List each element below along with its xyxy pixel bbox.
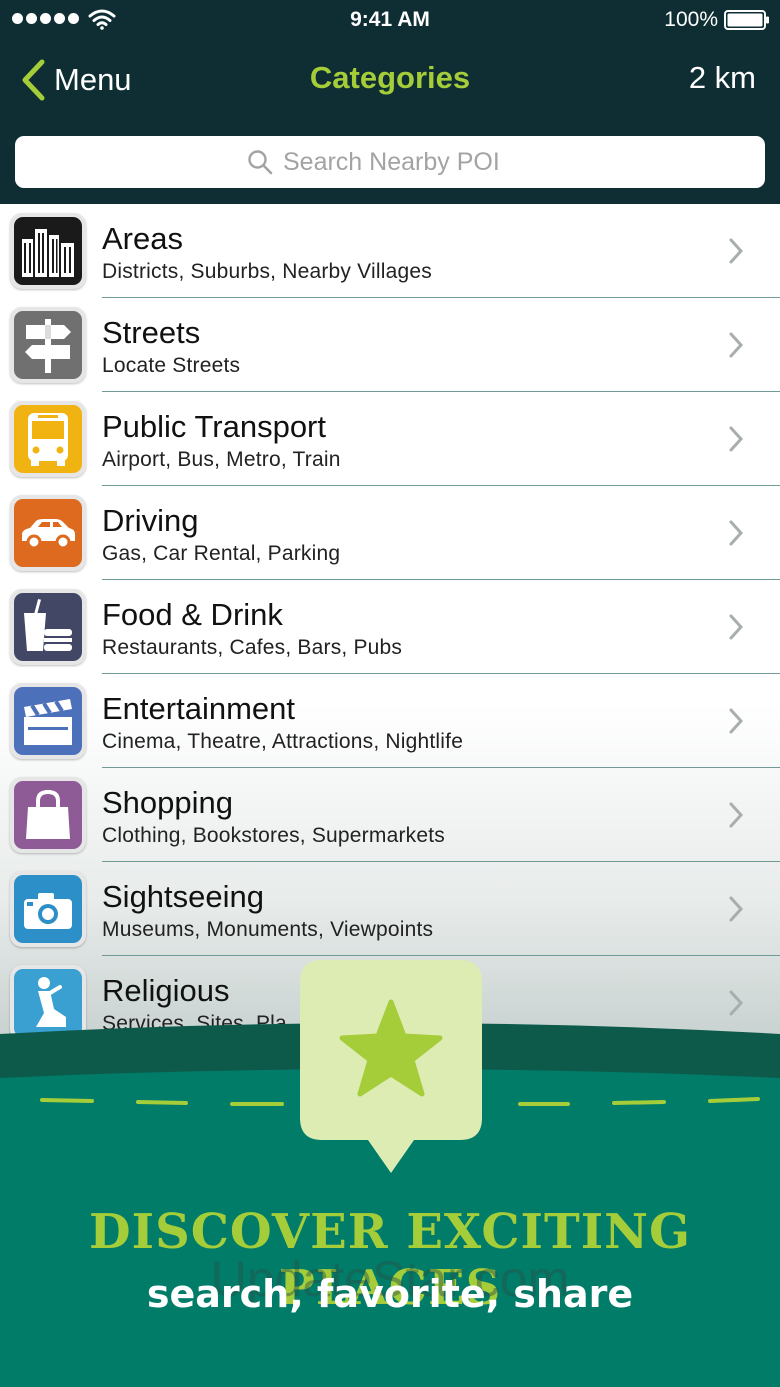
category-row-driving[interactable]: Driving Gas, Car Rental, Parking	[0, 486, 780, 580]
chevron-right-icon	[729, 426, 744, 452]
chevron-right-icon	[729, 332, 744, 358]
star-icon	[300, 960, 482, 1173]
chevron-right-icon	[729, 520, 744, 546]
chevron-right-icon	[729, 708, 744, 734]
chevron-right-icon	[729, 896, 744, 922]
search-icon	[248, 150, 273, 175]
status-bar: 9:41 AM 100%	[0, 0, 780, 40]
category-icon-frame	[10, 683, 86, 759]
category-icon-frame	[10, 213, 86, 289]
drink-burger-icon	[14, 593, 82, 661]
signpost-icon	[14, 311, 82, 379]
category-title: Areas	[102, 221, 183, 256]
search-input[interactable]	[283, 147, 533, 177]
range-button[interactable]: 2 km	[689, 60, 756, 96]
car-icon	[14, 499, 82, 567]
category-row-entertainment[interactable]: Entertainment Cinema, Theatre, Attractio…	[0, 674, 780, 768]
category-title: Shopping	[102, 785, 234, 820]
camera-icon	[14, 875, 82, 943]
category-subtitle: Cinema, Theatre, Attractions, Nightlife	[102, 730, 464, 753]
category-row-shopping[interactable]: Shopping Clothing, Bookstores, Supermark…	[0, 768, 780, 862]
category-row-food-drink[interactable]: Food & Drink Restaurants, Cafes, Bars, P…	[0, 580, 780, 674]
chevron-left-icon	[22, 59, 45, 101]
category-title: Public Transport	[102, 409, 326, 444]
category-icon-frame	[10, 589, 86, 665]
category-row-streets[interactable]: Streets Locate Streets	[0, 298, 780, 392]
back-button[interactable]: Menu	[20, 56, 132, 104]
category-subtitle: Museums, Monuments, Viewpoints	[102, 918, 434, 941]
back-button-label: Menu	[54, 62, 132, 97]
shopping-bag-icon	[14, 781, 82, 849]
top-bar: 9:41 AM 100% Menu Categories 2 km	[0, 0, 780, 204]
city-buildings-icon	[14, 217, 82, 285]
category-icon-frame	[10, 777, 86, 853]
navigation-bar: Menu Categories 2 km	[0, 50, 780, 110]
bus-icon	[14, 405, 82, 473]
banner-tagline: search, favorite, share	[146, 1272, 634, 1316]
promo-banner: DISCOVER EXCITING PLACES UpdateStar.com …	[0, 960, 780, 1387]
category-icon-frame	[10, 495, 86, 571]
battery-icon	[724, 10, 769, 30]
status-time: 9:41 AM	[350, 8, 430, 31]
category-icon-frame	[10, 401, 86, 477]
battery-percent: 100%	[664, 8, 718, 31]
category-subtitle: Districts, Suburbs, Nearby Villages	[102, 260, 432, 283]
category-subtitle: Gas, Car Rental, Parking	[102, 542, 341, 565]
category-subtitle: Restaurants, Cafes, Bars, Pubs	[102, 636, 403, 659]
category-title: Entertainment	[102, 691, 295, 726]
category-title: Sightseeing	[102, 879, 265, 914]
chevron-right-icon	[729, 238, 744, 264]
chevron-right-icon	[729, 614, 744, 640]
category-row-sightseeing[interactable]: Sightseeing Museums, Monuments, Viewpoin…	[0, 862, 780, 956]
category-icon-frame	[10, 307, 86, 383]
category-row-areas[interactable]: Areas Districts, Suburbs, Nearby Village…	[0, 204, 780, 298]
clapperboard-icon	[14, 687, 82, 755]
search-bar[interactable]	[15, 136, 765, 188]
category-list: Areas Districts, Suburbs, Nearby Village…	[0, 204, 780, 1034]
category-title: Driving	[102, 503, 199, 538]
category-subtitle: Clothing, Bookstores, Supermarkets	[102, 824, 445, 847]
category-row-public-transport[interactable]: Public Transport Airport, Bus, Metro, Tr…	[0, 392, 780, 486]
category-icon-frame	[10, 871, 86, 947]
category-subtitle: Locate Streets	[102, 354, 241, 377]
category-title: Food & Drink	[102, 597, 283, 632]
category-subtitle: Airport, Bus, Metro, Train	[102, 448, 341, 471]
chevron-right-icon	[729, 802, 744, 828]
category-title: Streets	[102, 315, 201, 350]
